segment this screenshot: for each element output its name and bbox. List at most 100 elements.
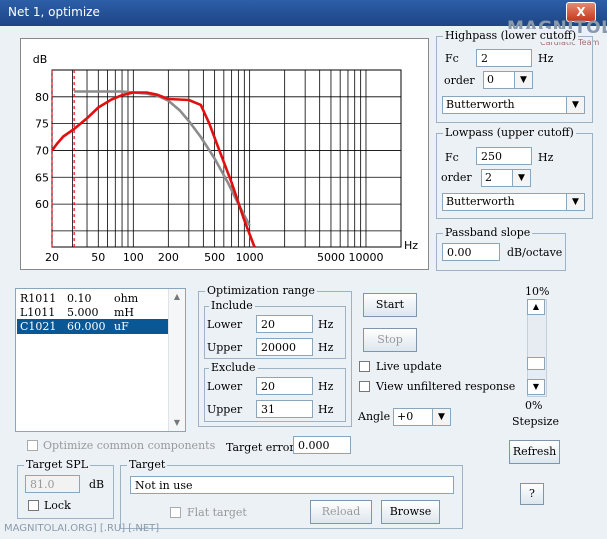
include-lower-unit: Hz [318, 318, 334, 331]
highpass-type-value: Butterworth [446, 98, 515, 111]
optimization-range-title: Optimization range [205, 284, 317, 297]
refresh-button[interactable]: Refresh [509, 440, 560, 464]
flat-target-checkbox[interactable] [170, 507, 181, 518]
highpass-group: Highpass (lower cutoff) Fc 2 Hz order 0 … [436, 29, 593, 123]
target-file-field[interactable]: Not in use [130, 476, 454, 494]
highpass-fc-input[interactable]: 2 [476, 49, 532, 67]
lock-checkbox[interactable] [28, 500, 39, 511]
target-group: Target Not in use Flat target Reload Bro… [120, 458, 463, 529]
component-value: 5.000 [67, 306, 99, 319]
live-update-label: Live update [376, 360, 442, 373]
optimize-common-label: Optimize common components [43, 439, 216, 452]
highpass-order-select[interactable]: 0 ▼ [483, 71, 533, 89]
include-upper-input[interactable]: 20000 [256, 338, 313, 356]
highpass-type-select[interactable]: Butterworth ▼ [442, 96, 585, 114]
passband-slope-input[interactable]: 0.00 [442, 243, 500, 261]
stop-button[interactable]: Stop [363, 328, 417, 352]
live-update-checkbox[interactable] [359, 361, 370, 372]
lowpass-group: Lowpass (upper cutoff) Fc 250 Hz order 2… [436, 126, 593, 219]
lowpass-type-value: Butterworth [446, 195, 515, 208]
watermark-footer: MAGNITOLAI.ORG] [.RU] [.NET] [4, 523, 160, 534]
browse-button[interactable]: Browse [381, 500, 440, 524]
include-upper-unit: Hz [318, 341, 334, 354]
angle-value: +0 [397, 410, 414, 423]
exclude-lower-input[interactable]: 20 [256, 377, 313, 395]
component-name: R1011 [20, 292, 57, 305]
response-chart-svg: 80 75 70 65 60 20 50 100 200 500 1000 5000 10000 dB Hz [33, 53, 419, 264]
highpass-fc-unit: Hz [538, 52, 554, 65]
x-tick-label: 1000 [236, 251, 264, 264]
exclude-lower-unit: Hz [318, 380, 334, 393]
x-tick-label: 500 [204, 251, 225, 264]
chevron-down-icon[interactable]: ▼ [566, 194, 584, 210]
target-error-label: Target error [226, 441, 295, 454]
x-tick-label: 5000 [317, 251, 345, 264]
stepsize-down-icon[interactable]: ▼ [527, 379, 545, 395]
lowpass-fc-label: Fc [445, 151, 459, 164]
x-axis-unit: Hz [404, 239, 418, 252]
highpass-title: Highpass (lower cutoff) [443, 29, 579, 42]
x-tick-label: 50 [91, 251, 105, 264]
lowpass-order-value: 2 [485, 171, 492, 184]
start-button[interactable]: Start [363, 293, 417, 317]
optimize-common-checkbox[interactable] [27, 440, 38, 451]
chevron-down-icon[interactable]: ▼ [514, 72, 532, 88]
component-unit: uF [114, 320, 129, 333]
help-button[interactable]: ? [520, 483, 544, 505]
highpass-fc-label: Fc [445, 52, 459, 65]
list-item[interactable]: R1011 0.10 ohm [17, 291, 169, 306]
exclude-lower-label: Lower [207, 380, 243, 393]
component-value: 0.10 [67, 292, 92, 305]
target-spl-input[interactable]: 81.0 [25, 475, 80, 493]
stepsize-thumb[interactable] [527, 357, 545, 370]
list-item[interactable]: L1011 5.000 mH [17, 305, 169, 320]
chevron-down-icon[interactable]: ▼ [432, 409, 450, 425]
chevron-down-icon[interactable]: ▼ [566, 97, 584, 113]
target-title: Target [127, 458, 168, 471]
window-title: Net 1, optimize [8, 5, 100, 19]
flat-target-label: Flat target [187, 506, 247, 519]
exclude-upper-input[interactable]: 31 [256, 400, 313, 418]
reload-button[interactable]: Reload [310, 500, 372, 524]
optimize-window: Net 1, optimize X MAGNITOLA Cardiatic Te… [0, 0, 607, 539]
y-tick-label: 75 [35, 118, 49, 131]
x-tick-label: 200 [158, 251, 179, 264]
x-tick-label: 20 [45, 251, 59, 264]
exclude-title: Exclude [209, 361, 258, 374]
passband-unit: dB/octave [507, 246, 563, 259]
include-group: Include Lower 20 Hz Upper 20000 Hz [204, 299, 346, 359]
lowpass-type-select[interactable]: Butterworth ▼ [442, 193, 585, 211]
lock-label: Lock [44, 499, 71, 512]
stepsize-label: Stepsize [512, 415, 559, 428]
view-unfiltered-checkbox[interactable] [359, 381, 370, 392]
target-spl-unit: dB [89, 478, 105, 491]
lowpass-title: Lowpass (upper cutoff) [443, 126, 576, 139]
component-unit: mH [114, 306, 135, 319]
chevron-down-icon[interactable]: ▼ [512, 170, 530, 186]
stepsize-max-label: 10% [525, 285, 550, 298]
response-chart: 80 75 70 65 60 20 50 100 200 500 1000 5000 10000 dB Hz [20, 38, 429, 270]
passband-group: Passband slope 0.00 dB/octave [436, 226, 566, 271]
list-item-selected[interactable]: C1021 60.000 uF [17, 319, 169, 334]
list-scrollbar[interactable]: ▲ ▼ [168, 289, 185, 431]
target-error-field[interactable]: 0.000 [293, 436, 351, 454]
lowpass-order-label: order [441, 171, 472, 184]
include-title: Include [209, 299, 255, 312]
stepsize-min-label: 0% [525, 399, 543, 412]
lowpass-fc-input[interactable]: 250 [476, 147, 532, 165]
scroll-down-icon[interactable]: ▼ [169, 416, 185, 430]
include-lower-input[interactable]: 20 [256, 315, 313, 333]
include-lower-label: Lower [207, 318, 243, 331]
include-upper-label: Upper [207, 341, 243, 354]
y-tick-label: 65 [35, 171, 49, 184]
x-tick-label: 10000 [348, 251, 383, 264]
component-list[interactable]: R1011 0.10 ohm L1011 5.000 mH C1021 60.0… [15, 288, 186, 432]
optimization-range-group: Optimization range Include Lower 20 Hz U… [198, 284, 352, 427]
angle-select[interactable]: +0 ▼ [393, 408, 451, 426]
highpass-order-value: 0 [487, 73, 494, 86]
view-unfiltered-label: View unfiltered response [376, 380, 516, 393]
component-name: L1011 [20, 306, 56, 319]
scroll-up-icon[interactable]: ▲ [169, 290, 185, 304]
lowpass-order-select[interactable]: 2 ▼ [481, 169, 531, 187]
stepsize-up-icon[interactable]: ▲ [527, 299, 545, 315]
